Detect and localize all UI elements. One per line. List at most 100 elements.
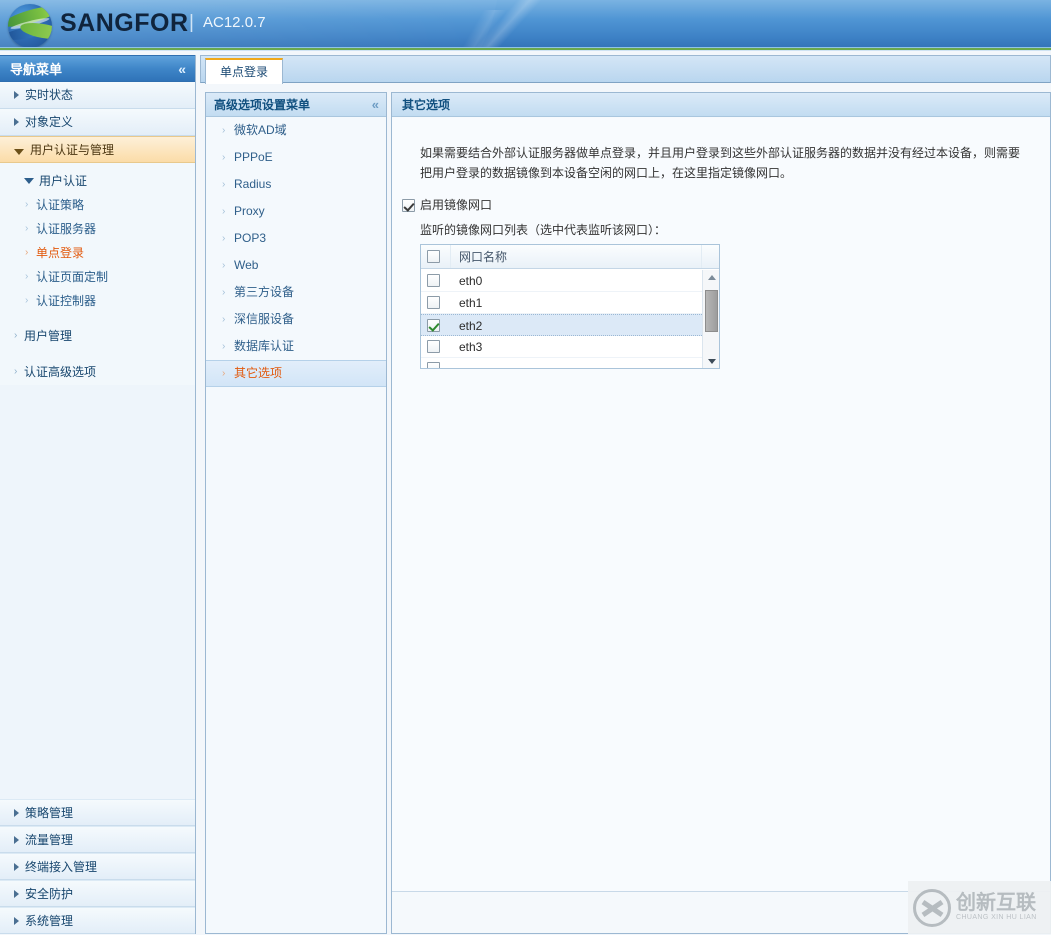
sidebar-bottom-groups: 策略管理 流量管理 终端接入管理 安全防护 系统管理: [0, 799, 195, 934]
tab-single-sign-on[interactable]: 单点登录: [205, 58, 283, 84]
submenu-header: 高级选项设置菜单 «: [206, 93, 386, 117]
sidebar-group-endpoint-access-management[interactable]: 终端接入管理: [0, 853, 195, 880]
submenu-item-radius[interactable]: ›Radius: [206, 171, 386, 198]
row-checkbox-cell: [421, 358, 451, 369]
table-body: eth0 eth1 eth2: [421, 270, 704, 369]
sangfor-globe-icon: [8, 4, 52, 48]
table-header-row: 网口名称: [421, 245, 719, 269]
sidebar-group-label: 策略管理: [25, 806, 73, 820]
submenu-item-label: Web: [234, 258, 258, 272]
mirror-port-list-label: 监听的镜像网口列表（选中代表监听该网口）：: [420, 221, 1031, 238]
submenu-item-label: 其它选项: [234, 366, 282, 380]
submenu-item-label: Proxy: [234, 204, 265, 218]
sidebar-item-user-management[interactable]: ›用户管理: [0, 323, 195, 349]
sidebar-group-object-definition[interactable]: 对象定义: [0, 109, 195, 136]
sidebar-group-label: 终端接入管理: [25, 860, 97, 874]
spacer: [0, 313, 195, 323]
select-all-checkbox[interactable]: [427, 250, 440, 263]
sidebar-group-label: 对象定义: [25, 115, 73, 129]
table-row[interactable]: eth2: [421, 314, 704, 336]
row-checkbox-cell: [421, 336, 451, 357]
table-row[interactable]: eth1: [421, 292, 704, 314]
chevron-right-icon: ›: [222, 361, 225, 386]
chevron-right-icon: ›: [25, 265, 28, 289]
chevron-right-icon: [14, 118, 19, 126]
chevron-right-icon: [14, 890, 19, 898]
chevron-right-icon: ›: [222, 225, 225, 252]
chevron-right-icon: ›: [222, 171, 225, 198]
sidebar-item-auth-page-customize[interactable]: ›认证页面定制: [0, 265, 195, 289]
header-scroll-pad: [702, 245, 719, 268]
row-checkbox[interactable]: [427, 362, 440, 369]
submenu-item-other-options[interactable]: › 其它选项: [206, 360, 386, 387]
sidebar-item-label: 认证服务器: [36, 222, 96, 236]
content-body: 如果需要结合外部认证服务器做单点登录，并且用户登录到这些外部认证服务器的数据并没…: [392, 118, 1051, 893]
submenu-item-label: 微软AD域: [234, 123, 287, 137]
scroll-up-icon[interactable]: [703, 270, 720, 285]
header-decoration-3: [250, 10, 570, 51]
sidebar-group-user-auth-management[interactable]: 用户认证与管理: [0, 136, 195, 163]
submenu-item-web[interactable]: › Web: [206, 252, 386, 279]
scrollbar-thumb[interactable]: [705, 290, 718, 332]
sidebar-item-label: 认证高级选项: [24, 365, 96, 379]
main-content-panel: 其它选项 如果需要结合外部认证服务器做单点登录，并且用户登录到这些外部认证服务器…: [391, 92, 1051, 934]
submenu-item-label: 第三方设备: [234, 285, 294, 299]
sidebar-item-auth-advanced-options[interactable]: ›认证高级选项: [0, 359, 195, 385]
sidebar-group-policy-management[interactable]: 策略管理: [0, 799, 195, 826]
submenu-item-label: POP3: [234, 231, 266, 245]
column-header-port-name: 网口名称: [451, 245, 702, 268]
cx-circle-icon: [913, 889, 951, 927]
watermark-pinyin: CHUANG XIN HU LIAN: [956, 914, 1037, 921]
chevron-right-icon: ›: [222, 252, 225, 279]
sidebar-group-traffic-management[interactable]: 流量管理: [0, 826, 195, 853]
sidebar-item-label: 认证策略: [36, 198, 84, 212]
mirror-port-table: 网口名称 eth0 eth1: [420, 244, 720, 369]
chevron-right-icon: [14, 863, 19, 871]
scroll-down-icon[interactable]: [703, 354, 720, 369]
sidebar-group-label: 用户认证与管理: [30, 143, 114, 157]
submenu-title: 高级选项设置菜单: [214, 98, 310, 112]
sidebar-group-security-protection[interactable]: 安全防护: [0, 880, 195, 907]
row-checkbox[interactable]: [427, 274, 440, 287]
row-checkbox[interactable]: [427, 340, 440, 353]
submenu-item-pppoe[interactable]: ›PPPoE: [206, 144, 386, 171]
header-accent-line: [0, 47, 1051, 51]
submenu-item-pop3[interactable]: › POP3: [206, 225, 386, 252]
sidebar-subtree: 用户认证 ›认证策略 ›认证服务器 ›单点登录 ›认证页面定制 ›认证控制器 ›…: [0, 163, 195, 385]
navigation-sidebar: 导航菜单 « 实时状态 对象定义 用户认证与管理 用户认证 ›认证策略 ›认证服…: [0, 55, 196, 934]
chevron-right-icon: [14, 91, 19, 99]
watermark-chinese: 创新互联: [956, 893, 1037, 914]
submenu-item-proxy[interactable]: ›Proxy: [206, 198, 386, 225]
product-version: AC12.0.7: [203, 14, 266, 31]
submenu-item-label: 深信服设备: [234, 312, 294, 326]
row-checkbox[interactable]: [427, 319, 440, 332]
sidebar-item-auth-server[interactable]: › 认证服务器: [0, 217, 195, 241]
submenu-item-microsoft-ad[interactable]: ›微软AD域: [206, 117, 386, 144]
enable-mirror-port-checkbox[interactable]: [402, 199, 415, 212]
enable-mirror-port-row: 启用镜像网口: [402, 197, 1031, 213]
chevron-right-icon: ›: [25, 289, 28, 313]
table-row[interactable]: eth3: [421, 336, 704, 358]
sidebar-group-realtime-status[interactable]: 实时状态: [0, 82, 195, 109]
collapse-submenu-icon[interactable]: «: [372, 93, 379, 117]
cell-port-name: eth0: [451, 270, 704, 291]
row-checkbox-cell: [421, 292, 451, 313]
chevron-right-icon: ›: [25, 217, 28, 241]
cell-port-name: eth3: [451, 336, 704, 357]
sidebar-group-system-management[interactable]: 系统管理: [0, 907, 195, 934]
sidebar-item-single-sign-on[interactable]: ›单点登录: [0, 241, 195, 265]
chevron-right-icon: ›: [222, 279, 225, 306]
sidebar-item-auth-controller[interactable]: ›认证控制器: [0, 289, 195, 313]
row-checkbox[interactable]: [427, 296, 440, 309]
sidebar-subgroup-user-auth[interactable]: 用户认证: [0, 169, 195, 193]
table-row[interactable]: eth0: [421, 270, 704, 292]
app-header: SANGFOR | AC12.0.7: [0, 0, 1051, 51]
table-row-partial[interactable]: [421, 358, 704, 369]
table-vertical-scrollbar[interactable]: [702, 270, 719, 369]
submenu-item-third-party-device[interactable]: › 第三方设备: [206, 279, 386, 306]
nav-header: 导航菜单 «: [0, 55, 195, 82]
sidebar-item-auth-policy[interactable]: ›认证策略: [0, 193, 195, 217]
submenu-item-sangfor-device[interactable]: ›深信服设备: [206, 306, 386, 333]
submenu-item-database-auth[interactable]: ›数据库认证: [206, 333, 386, 360]
collapse-sidebar-icon[interactable]: «: [178, 59, 186, 80]
